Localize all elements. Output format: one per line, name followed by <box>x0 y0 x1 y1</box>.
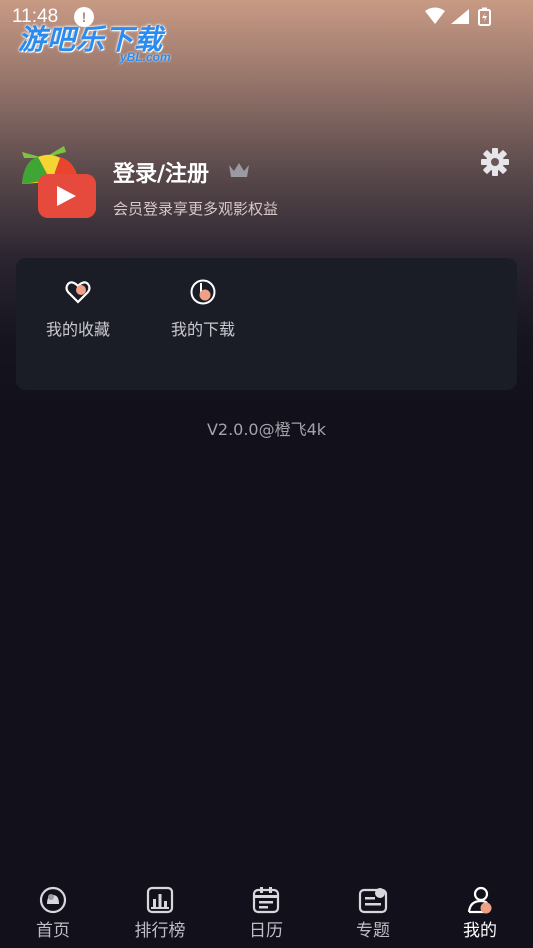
favorites-label: 我的收藏 <box>45 320 110 339</box>
avatar[interactable] <box>16 144 98 220</box>
downloads-label: 我的下载 <box>170 320 235 339</box>
watermark-logo: 游吧乐下载 yBL.com <box>18 18 171 64</box>
download-icon <box>190 279 216 305</box>
status-icons <box>423 7 495 27</box>
wifi-icon <box>425 7 445 24</box>
crown-icon <box>229 163 249 177</box>
heart-icon <box>65 281 91 304</box>
nav-home-label: 首页 <box>36 921 70 941</box>
settings-gear-icon[interactable] <box>480 147 510 177</box>
nav-profile[interactable]: 我的 <box>440 886 520 941</box>
topic-icon <box>358 888 388 914</box>
favorites-button[interactable]: 我的收藏 <box>33 278 123 340</box>
watermark-domain: yBL.com <box>120 50 171 64</box>
signal-icon <box>451 9 469 24</box>
version-text: V2.0.0@橙飞4k <box>206 420 327 439</box>
quick-actions-card: 我的收藏 我的下载 <box>16 258 517 390</box>
nav-calendar[interactable]: 日历 <box>226 886 306 941</box>
nav-calendar-label: 日历 <box>249 921 283 941</box>
profile-icon <box>467 886 492 914</box>
member-benefit-text: 会员登录享更多观影权益 <box>113 200 279 218</box>
nav-topic-label: 专题 <box>356 921 390 941</box>
home-icon <box>39 886 67 914</box>
nav-profile-label: 我的 <box>463 921 497 941</box>
screen: 11:48 ! 游吧乐下载 yBL.com 登录/注册 会员登录享更多观影权益 … <box>0 0 533 948</box>
battery-icon <box>478 7 491 26</box>
calendar-icon <box>252 887 280 914</box>
bottom-navigation: 首页 排行榜 日历 专题 我的 <box>0 878 533 948</box>
nav-ranking-label: 排行榜 <box>134 921 186 941</box>
nav-topic[interactable]: 专题 <box>333 886 413 941</box>
nav-home[interactable]: 首页 <box>13 886 93 941</box>
downloads-button[interactable]: 我的下载 <box>158 278 248 340</box>
nav-ranking[interactable]: 排行榜 <box>120 886 200 941</box>
ranking-icon <box>146 886 174 914</box>
login-register-link[interactable]: 登录/注册 <box>113 156 209 188</box>
